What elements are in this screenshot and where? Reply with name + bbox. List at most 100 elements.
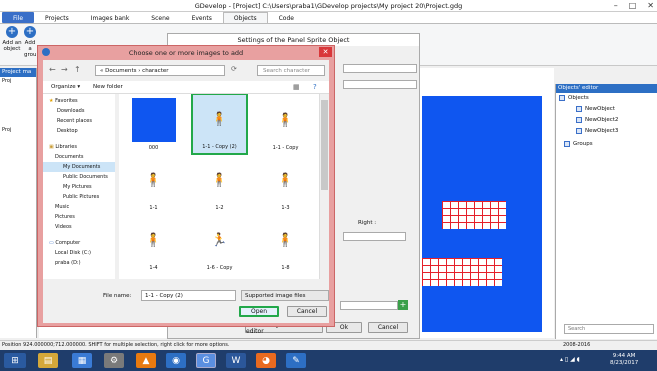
clock-date: 8/23/2017 xyxy=(610,360,639,366)
minimize-icon[interactable]: – xyxy=(614,0,618,12)
file-tile[interactable]: 🧍 1-1 xyxy=(125,156,182,218)
windows-taskbar: ⊞ ▤ ▦ ⚙ ▲ ◉ G W ◕ ✎ ▴ ▯ ◢ ◖ 9:44 AM 8/23… xyxy=(0,350,657,371)
image-name-input[interactable] xyxy=(340,301,398,310)
refresh-icon[interactable]: ⟳ xyxy=(231,65,237,73)
file-tile[interactable]: 🧍 1-2 xyxy=(191,156,248,218)
nav-downloads[interactable]: Downloads xyxy=(43,106,115,116)
vlc-icon[interactable]: ▲ xyxy=(136,353,156,368)
image-thumbnail xyxy=(131,98,176,142)
dialog-close-button[interactable]: ✕ xyxy=(319,47,332,57)
object-item[interactable]: NewObject xyxy=(576,106,615,112)
tile-grid-sprite[interactable] xyxy=(422,258,502,286)
character-thumbnail: 🧍 xyxy=(277,172,294,188)
tab-code[interactable]: Code xyxy=(268,12,305,23)
paint-icon[interactable]: ✎ xyxy=(286,353,306,368)
settings-field[interactable] xyxy=(343,80,417,89)
nav-recent-places[interactable]: Recent places xyxy=(43,116,115,126)
app-icon[interactable]: ◉ xyxy=(166,353,186,368)
view-icon[interactable]: ▦ xyxy=(293,83,300,91)
scene-canvas[interactable] xyxy=(422,96,542,332)
up-icon[interactable]: ↑ xyxy=(74,65,81,74)
navigation-pane: ★ Favorites Downloads Recent places Desk… xyxy=(43,94,115,279)
tile-grid-sprite[interactable] xyxy=(442,201,506,229)
project-manager-panel: Project ma Proj Proj xyxy=(0,68,37,338)
tree-item[interactable]: Proj xyxy=(2,126,36,135)
settings-icon[interactable]: ⚙ xyxy=(104,353,124,368)
tree-item[interactable]: Proj xyxy=(2,77,36,86)
nav-public-pictures[interactable]: Public Pictures xyxy=(43,192,115,202)
object-item[interactable]: NewObject3 xyxy=(576,128,618,134)
nav-music[interactable]: Music xyxy=(43,202,115,212)
nav-videos[interactable]: Videos xyxy=(43,222,115,232)
file-tile[interactable]: 🧍 1-4 xyxy=(125,216,182,278)
objects-root[interactable]: Objects xyxy=(559,95,589,101)
file-tile[interactable]: 🧍 1-8 xyxy=(257,216,314,278)
dialog-cancel-button[interactable]: Cancel xyxy=(287,306,327,317)
nav-desktop[interactable]: Desktop xyxy=(43,126,115,136)
tab-projects[interactable]: Projects xyxy=(34,12,80,23)
status-text: Position 924.000000;712.000000. SHIFT fo… xyxy=(2,342,230,348)
word-icon[interactable]: W xyxy=(226,353,246,368)
object-item[interactable]: NewObject2 xyxy=(576,117,618,123)
character-thumbnail: 🧍 xyxy=(211,172,228,188)
add-group-button[interactable]: + Add a group xyxy=(24,26,36,58)
nav-favorites[interactable]: ★ Favorites xyxy=(43,96,115,106)
file-name-input[interactable]: 1-1 - Copy (2) xyxy=(141,290,236,301)
maximize-icon[interactable]: □ xyxy=(629,0,637,12)
back-icon[interactable]: ← xyxy=(49,65,56,74)
plus-icon: + xyxy=(24,26,36,38)
character-thumbnail: 🧍 xyxy=(145,232,162,248)
nav-my-documents[interactable]: My Documents xyxy=(43,162,115,172)
file-tile[interactable]: 🧍 1-1 - Copy xyxy=(257,96,314,158)
clock[interactable]: 9:44 AM 8/23/2017 xyxy=(610,353,638,367)
file-tile[interactable]: 000 xyxy=(125,96,182,158)
nav-public-documents[interactable]: Public Documents xyxy=(43,172,115,182)
organize-button[interactable]: Organize ▾ xyxy=(51,84,80,90)
nav-local-disk[interactable]: Local Disk (C:) xyxy=(43,248,115,258)
clock-time: 9:44 AM xyxy=(612,353,636,359)
add-object-button[interactable]: + Add an object xyxy=(2,26,22,52)
settings-cancel-button[interactable]: Cancel xyxy=(368,322,408,333)
forward-icon[interactable]: → xyxy=(61,65,68,74)
objects-search-input[interactable]: Search xyxy=(564,324,654,334)
file-type-select[interactable]: Supported image files xyxy=(241,290,329,301)
groups-root[interactable]: Groups xyxy=(564,141,593,147)
tab-file[interactable]: File xyxy=(2,12,35,23)
nav-pictures[interactable]: Pictures xyxy=(43,212,115,222)
help-icon[interactable]: ? xyxy=(313,83,317,91)
nav-libraries[interactable]: ▣ Libraries xyxy=(43,142,115,152)
settings-field[interactable] xyxy=(343,64,417,73)
tray-icons[interactable]: ▴ ▯ ◢ ◖ xyxy=(560,356,580,363)
new-folder-button[interactable]: New folder xyxy=(93,84,123,90)
nav-praba-d[interactable]: praba (D:) xyxy=(43,258,115,268)
tab-scene[interactable]: Scene xyxy=(140,12,180,23)
open-button[interactable]: Open xyxy=(239,306,279,317)
file-tile[interactable]: 🧍 1-3 xyxy=(257,156,314,218)
file-tile[interactable]: 🏃 1-6 - Copy xyxy=(191,216,248,278)
nav-my-pictures[interactable]: My Pictures xyxy=(43,182,115,192)
add-image-icon[interactable]: + xyxy=(398,300,408,310)
close-icon[interactable]: ✕ xyxy=(647,0,654,12)
scrollbar-thumb[interactable] xyxy=(321,100,328,190)
file-grid-scrollbar[interactable] xyxy=(319,94,328,279)
star-icon: ★ xyxy=(49,98,54,104)
address-bar[interactable]: « Documents › character xyxy=(95,65,225,76)
tab-events[interactable]: Events xyxy=(181,12,223,23)
gdevelop-icon[interactable]: G xyxy=(196,353,216,368)
right-margin-input[interactable] xyxy=(343,232,406,241)
tab-images-bank[interactable]: Images bank xyxy=(80,12,141,23)
tab-objects[interactable]: Objects xyxy=(222,12,268,23)
nav-computer[interactable]: ▭ Computer xyxy=(43,238,115,248)
file-explorer-icon[interactable]: ▤ xyxy=(38,353,58,368)
nav-documents[interactable]: Documents xyxy=(43,152,115,162)
ribbon-tabs: File Projects Images bank Scene Events O… xyxy=(0,12,657,24)
plus-icon: + xyxy=(6,26,18,38)
control-panel-icon[interactable]: ▦ xyxy=(72,353,92,368)
file-tile-selected[interactable]: 🧍 1-1 - Copy (2) xyxy=(191,94,248,155)
right-label: Right : xyxy=(358,220,377,226)
app-title-bar: GDevelop - [Project] C:\Users\praba1\GDe… xyxy=(0,0,657,12)
add-object-label: Add an object xyxy=(2,40,22,52)
search-input[interactable]: Search character xyxy=(257,65,325,76)
firefox-icon[interactable]: ◕ xyxy=(256,353,276,368)
start-icon[interactable]: ⊞ xyxy=(4,353,26,368)
